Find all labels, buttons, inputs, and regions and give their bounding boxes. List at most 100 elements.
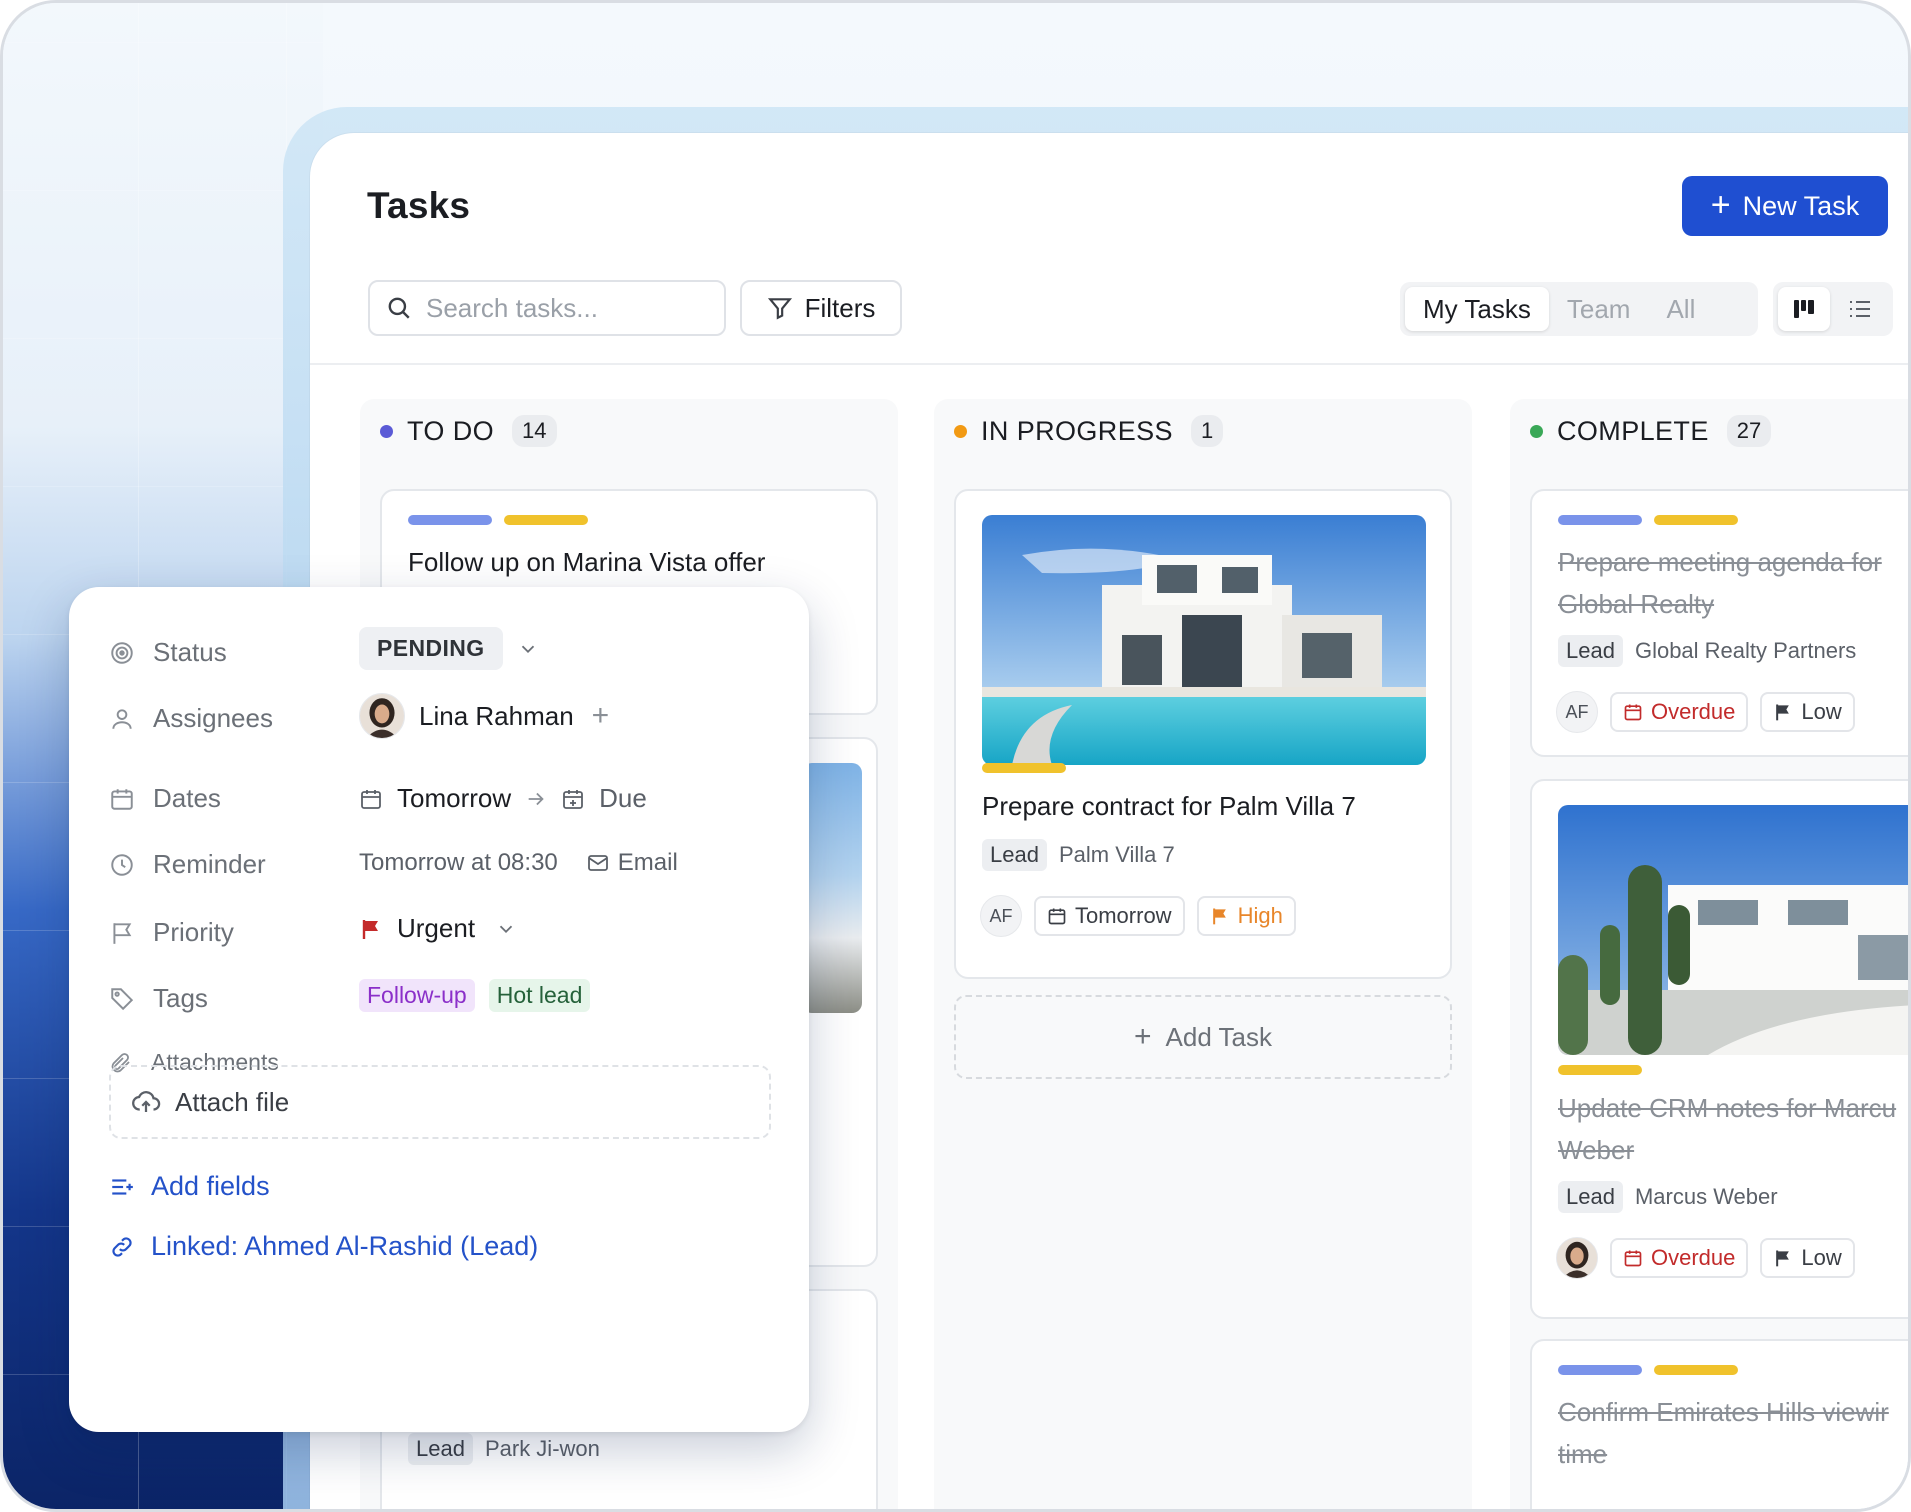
lead-tag: Lead: [1558, 635, 1623, 667]
due-date[interactable]: Due: [599, 783, 647, 814]
lead-meta: Lead Park Ji-won: [408, 1433, 600, 1465]
tab-my-tasks[interactable]: My Tasks: [1405, 287, 1549, 331]
assignee-name[interactable]: Lina Rahman: [419, 701, 574, 732]
linked-label: Linked: Ahmed Al-Rashid (Lead): [151, 1231, 539, 1261]
search-input[interactable]: Search tasks...: [368, 280, 726, 336]
task-card[interactable]: Confirm Emirates Hills viewir time: [1530, 1339, 1908, 1509]
due-date-chip[interactable]: Overdue: [1610, 1238, 1749, 1278]
due-date-label: Overdue: [1651, 699, 1736, 724]
chevron-down-icon[interactable]: [517, 638, 539, 660]
task-title: Update CRM notes for Marcu Weber: [1558, 1087, 1896, 1171]
priority-value: Urgent: [397, 913, 476, 943]
assignees-row-label: Assignees: [109, 703, 273, 734]
calendar-add-icon: [563, 789, 584, 809]
linked-record-link[interactable]: Linked: Ahmed Al-Rashid (Lead): [109, 1231, 538, 1262]
flag-icon: [1776, 704, 1790, 721]
tag-hot-lead[interactable]: Hot lead: [488, 979, 591, 1012]
label-bars: [982, 763, 1066, 773]
flag-icon: [1776, 1250, 1790, 1267]
priority-label: Low: [1801, 699, 1842, 724]
status-row-label: Status: [109, 637, 227, 668]
lead-name[interactable]: Global Realty Partners: [1635, 638, 1856, 664]
label-bar: [1558, 1365, 1642, 1375]
status-dot: [954, 424, 967, 438]
dates-value: Tomorrow Due: [359, 783, 647, 814]
status-select[interactable]: PENDING: [359, 627, 539, 670]
arrow-right-icon: [528, 792, 544, 805]
label-bars: [1558, 1065, 1642, 1075]
add-fields-button[interactable]: Add fields: [109, 1171, 270, 1202]
property-image: [1558, 805, 1908, 1055]
task-detail-panel: Status PENDING Assignees Lina Rahman + D…: [69, 587, 809, 1432]
due-date-chip[interactable]: Tomorrow: [1034, 896, 1185, 936]
add-fields-label: Add fields: [151, 1171, 270, 1201]
label-bar: [1654, 515, 1738, 525]
start-date[interactable]: Tomorrow: [397, 783, 511, 814]
lead-name[interactable]: Marcus Weber: [1635, 1184, 1778, 1210]
lead-name[interactable]: Palm Villa 7: [1059, 842, 1175, 868]
reminder-time[interactable]: Tomorrow at 08:30: [359, 849, 558, 877]
user-icon: [112, 708, 132, 729]
priority-select[interactable]: Urgent: [359, 913, 517, 944]
calendar-icon: [1048, 908, 1066, 925]
board-icon: [1794, 300, 1814, 318]
lead-name[interactable]: Park Ji-won: [485, 1436, 600, 1462]
filters-button[interactable]: Filters: [740, 280, 902, 336]
add-fields-icon: [112, 1178, 133, 1195]
label-bar: [408, 515, 492, 525]
new-task-button[interactable]: + New Task: [1682, 176, 1888, 236]
column-header: IN PROGRESS 1: [954, 415, 1224, 447]
label-bar: [1558, 515, 1642, 525]
due-date-chip[interactable]: Overdue: [1610, 692, 1749, 732]
calendar-icon: [1624, 704, 1642, 721]
lead-tag: Lead: [408, 1433, 473, 1465]
label-bar: [504, 515, 588, 525]
assignee-avatar[interactable]: AF: [980, 895, 1022, 937]
column-header: TO DO 14: [380, 415, 557, 447]
column-complete: COMPLETE 27 Prepare meeting agenda for G…: [1510, 399, 1908, 1509]
lead-tag: Lead: [982, 839, 1047, 871]
priority-chip[interactable]: Low: [1760, 1238, 1855, 1278]
list-view-button[interactable]: [1834, 287, 1886, 331]
card-footer: AF Overdue Low: [1556, 691, 1855, 733]
tab-team[interactable]: Team: [1549, 287, 1649, 331]
status-badge[interactable]: PENDING: [359, 627, 503, 670]
plus-icon: +: [1133, 1020, 1152, 1053]
board-view-button[interactable]: [1778, 287, 1830, 331]
lead-meta: Lead Marcus Weber: [1558, 1181, 1778, 1213]
due-date-label: Overdue: [1651, 1245, 1736, 1270]
column-title: COMPLETE: [1557, 415, 1709, 446]
task-card[interactable]: Prepare contract for Palm Villa 7 Lead P…: [954, 489, 1452, 979]
reminder-row-label: Reminder: [109, 849, 266, 880]
avatar[interactable]: [359, 693, 405, 739]
chevron-down-icon[interactable]: [495, 918, 517, 940]
reminder-value: Tomorrow at 08:30 Email: [359, 849, 678, 877]
tag-follow-up[interactable]: Follow-up: [359, 979, 475, 1012]
tab-all[interactable]: All: [1648, 287, 1713, 331]
task-card[interactable]: Prepare meeting agenda for Global Realty…: [1530, 489, 1908, 757]
calendar-icon: [111, 788, 133, 810]
priority-chip[interactable]: Low: [1760, 692, 1855, 732]
priority-chip[interactable]: High: [1196, 896, 1296, 936]
reminder-channel[interactable]: Email: [618, 849, 678, 877]
view-toggle: [1773, 282, 1893, 336]
task-title: Prepare meeting agenda for Global Realty: [1558, 541, 1882, 625]
status-dot: [380, 424, 393, 438]
clock-icon: [111, 853, 133, 876]
assignees-value: Lina Rahman +: [359, 693, 609, 739]
dates-row-label: Dates: [109, 783, 221, 814]
task-card[interactable]: Update CRM notes for Marcu Weber Lead Ma…: [1530, 779, 1908, 1319]
plus-icon: +: [1710, 185, 1731, 224]
task-title-line: time: [1558, 1439, 1608, 1469]
flag-icon: [362, 919, 378, 939]
column-count: 1: [1190, 415, 1224, 447]
avatar[interactable]: [1556, 1237, 1598, 1279]
column-title: TO DO: [407, 415, 495, 446]
add-task-button[interactable]: + Add Task: [954, 995, 1452, 1079]
header-divider: [310, 363, 1908, 365]
add-assignee-icon[interactable]: +: [592, 699, 610, 733]
label-bars: [408, 515, 588, 525]
attach-file-dropzone[interactable]: Attach file: [109, 1065, 771, 1139]
reminder-label: Reminder: [153, 849, 266, 879]
assignee-avatar[interactable]: AF: [1556, 691, 1598, 733]
